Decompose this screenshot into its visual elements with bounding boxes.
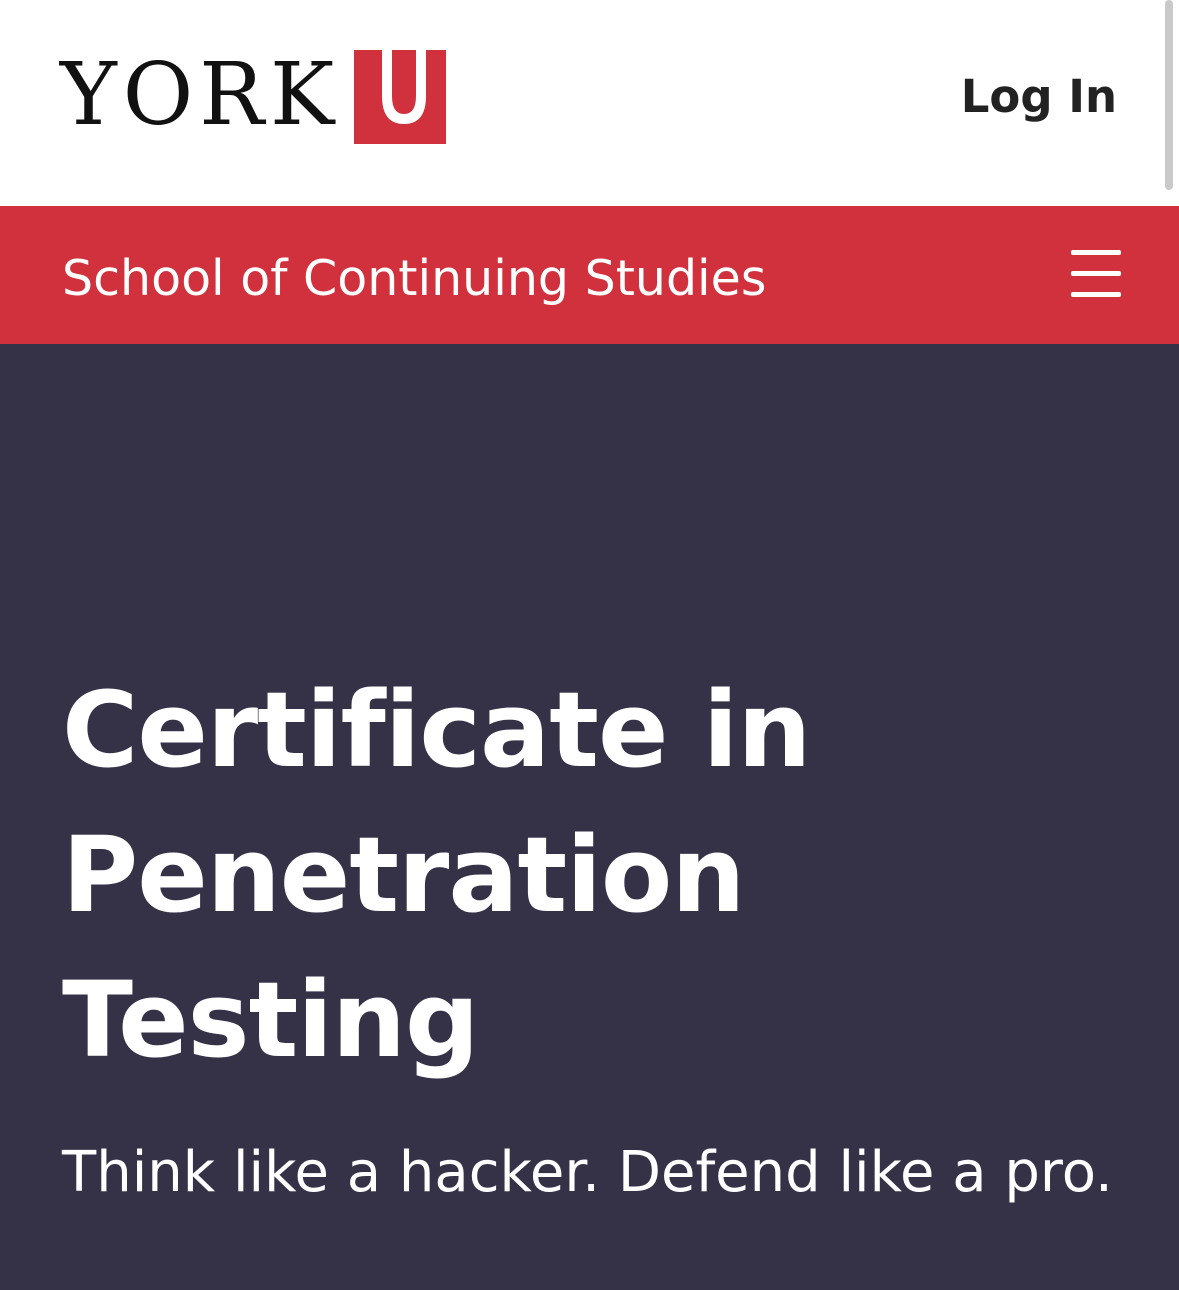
york-u-logo[interactable]: YORK <box>60 45 447 145</box>
hamburger-menu-icon[interactable] <box>1071 250 1121 298</box>
scrollbar[interactable] <box>1165 0 1173 190</box>
login-link[interactable]: Log In <box>961 70 1117 123</box>
hero-title-line: Penetration <box>62 814 745 936</box>
logo-u-icon <box>382 50 427 124</box>
logo-u-box <box>354 50 447 144</box>
menu-line-bottom <box>1071 292 1121 297</box>
hero-title: Certificate in Penetration Testing <box>62 658 962 1093</box>
hero-section: Certificate in Penetration Testing Think… <box>0 344 1179 1290</box>
page: YORK Log In School of Continuing Studies… <box>0 0 1179 1290</box>
site-header: YORK Log In <box>0 0 1179 206</box>
menu-line-middle <box>1071 271 1121 276</box>
hero-title-line: Testing <box>62 959 479 1081</box>
logo-wordmark: YORK <box>60 45 341 145</box>
menu-line-top <box>1071 250 1121 255</box>
hero-title-line: Certificate in <box>62 669 811 791</box>
school-title[interactable]: School of Continuing Studies <box>62 250 766 307</box>
hero-tagline: Think like a hacker. Defend like a pro. <box>62 1140 1113 1205</box>
program-bar: School of Continuing Studies <box>0 206 1179 344</box>
